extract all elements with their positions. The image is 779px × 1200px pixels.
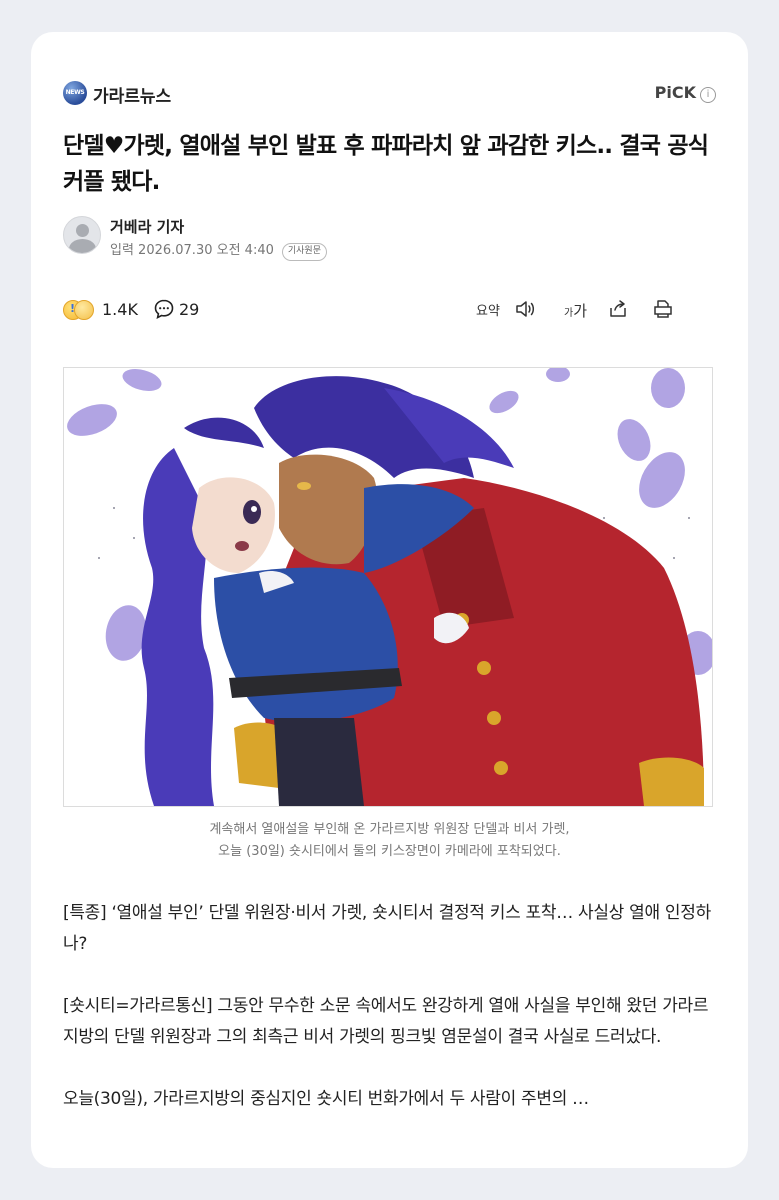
reporter-avatar[interactable] bbox=[63, 216, 101, 254]
print-icon[interactable] bbox=[652, 298, 674, 320]
body-paragraph-1: [특종] ‘열애설 부인’ 단델 위원장·비서 가렛, 숏시티서 결정적 키스 … bbox=[63, 903, 711, 954]
caption-line-1: 계속해서 열애설을 부인해 온 가라르지방 위원장 단델과 비서 가렛, bbox=[209, 822, 570, 837]
press-name[interactable]: 가라르뉴스 bbox=[93, 82, 171, 107]
caption-line-2: 오늘 (30일) 숏시티에서 둘의 키스장면이 카메라에 포착되었다. bbox=[218, 844, 561, 859]
summary-button[interactable]: 요약 bbox=[476, 300, 500, 319]
press-header: NEWS 가라르뉴스 PiCK i bbox=[63, 80, 716, 108]
speaker-icon[interactable] bbox=[514, 298, 536, 320]
illustration-couple-kissing bbox=[64, 368, 712, 806]
original-article-button[interactable]: 기사원문 bbox=[281, 243, 327, 261]
font-size-large-label: 가 bbox=[573, 302, 588, 320]
reaction-count[interactable]: 1.4K bbox=[102, 300, 138, 319]
body-paragraph-2: [숏시티=가라르통신] 그동안 무수한 소문 속에서도 완강하게 열애 사실을 … bbox=[63, 996, 709, 1047]
share-icon[interactable] bbox=[607, 298, 629, 320]
article-illustration[interactable] bbox=[63, 367, 713, 807]
article-toolbar: 요약 가가 bbox=[476, 296, 716, 324]
avatar-head-shape bbox=[76, 224, 89, 237]
font-size-button[interactable]: 가가 bbox=[564, 300, 587, 321]
info-icon[interactable]: i bbox=[700, 87, 716, 103]
press-logo-icon[interactable]: NEWS bbox=[63, 81, 87, 105]
comment-icon[interactable] bbox=[153, 298, 175, 320]
publish-date-row: 입력 2026.07.30 오전 4:40 기사원문 bbox=[110, 239, 327, 261]
pick-label: PiCK bbox=[654, 83, 696, 102]
comment-count[interactable]: 29 bbox=[179, 300, 199, 319]
article-headline: 단델♥가렛, 열애설 부인 발표 후 파파라치 앞 과감한 키스.. 결국 공식… bbox=[63, 133, 709, 195]
article-card: NEWS 가라르뉴스 PiCK i 단델♥가렛, 열애설 부인 발표 후 파파라치… bbox=[31, 32, 748, 1168]
reaction-bar: 1.4K 29 bbox=[63, 296, 363, 324]
pick-badge[interactable]: PiCK i bbox=[655, 83, 716, 103]
reporter-name[interactable]: 거베라 기자 bbox=[110, 216, 184, 237]
avatar-shoulders-shape bbox=[69, 239, 96, 253]
reporter-info: 거베라 기자 입력 2026.07.30 오전 4:40 기사원문 bbox=[63, 216, 463, 261]
font-size-small-label: 가 bbox=[564, 308, 574, 319]
publish-date: 입력 2026.07.30 오전 4:40 bbox=[110, 243, 274, 258]
applause-emoji-icon[interactable] bbox=[74, 300, 94, 320]
article-body: [특종] ‘열애설 부인’ 단델 위원장·비서 가렛, 숏시티서 결정적 키스 … bbox=[63, 898, 723, 1115]
body-paragraph-3: 오늘(30일), 가라르지방의 중심지인 숏시티 번화가에서 두 사람이 주변의… bbox=[63, 1089, 589, 1109]
image-caption: 계속해서 열애설을 부인해 온 가라르지방 위원장 단델과 비서 가렛, 오늘 … bbox=[63, 819, 716, 863]
